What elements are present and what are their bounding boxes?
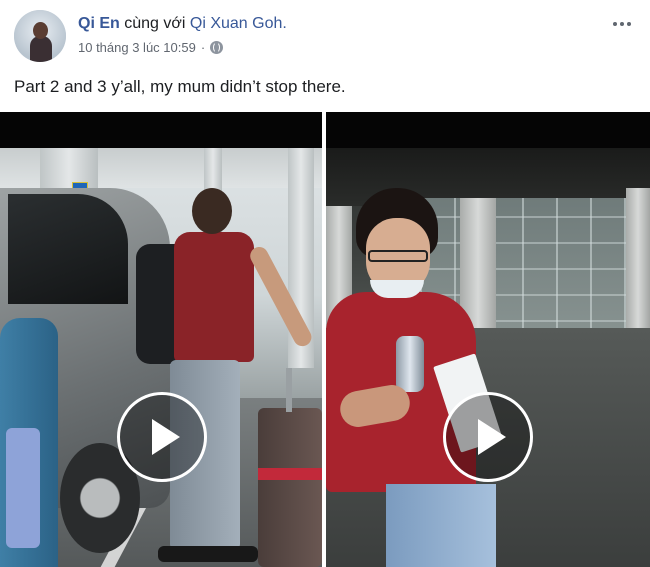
tagged-user-link[interactable]: Qi Xuan Goh. [190, 15, 287, 32]
play-icon[interactable] [117, 392, 207, 482]
author-name-link[interactable]: Qi En [78, 15, 120, 32]
video-1-frame [0, 148, 322, 567]
play-icon[interactable] [443, 392, 533, 482]
more-options-icon[interactable] [608, 14, 636, 34]
video-top-bar [326, 112, 650, 148]
meta-separator: · [200, 40, 206, 55]
facebook-post: Qi En cùng với Qi Xuan Goh. 10 tháng 3 l… [0, 0, 650, 567]
post-text: Part 2 and 3 y’all, my mum didn’t stop t… [14, 77, 346, 96]
globe-icon[interactable] [210, 41, 224, 54]
post-meta: 10 tháng 3 lúc 10:59 · [78, 40, 224, 55]
video-2-frame [326, 148, 650, 567]
post-header: Qi En cùng với Qi Xuan Goh. [78, 14, 287, 34]
video-top-bar [0, 112, 322, 148]
video-1[interactable] [0, 112, 322, 567]
author-avatar[interactable] [14, 10, 66, 62]
with-text: cùng với [124, 15, 186, 32]
video-2[interactable] [326, 112, 650, 567]
post-timestamp[interactable]: 10 tháng 3 lúc 10:59 [78, 40, 196, 55]
